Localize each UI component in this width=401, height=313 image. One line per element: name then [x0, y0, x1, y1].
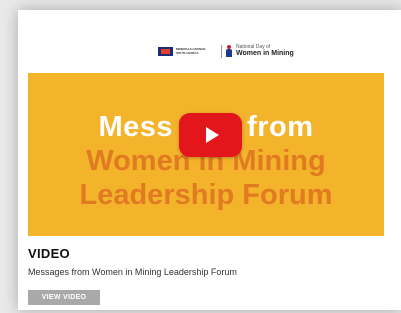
- video-category-label: VIDEO: [28, 246, 70, 261]
- banner-line-3: Leadership Forum: [79, 179, 333, 211]
- view-video-button[interactable]: VIEW VIDEO: [28, 290, 100, 305]
- youtube-play-icon[interactable]: [179, 113, 242, 157]
- thumbnail-logo-bar: MINERALS COUNCIL SOUTH AFRICA National D…: [28, 18, 384, 73]
- banner-line-1-right: from: [247, 111, 314, 143]
- logo-divider: [221, 45, 222, 58]
- banner-line-1-left: Mess: [98, 111, 174, 143]
- minerals-council-logo: [158, 47, 173, 56]
- minerals-council-logo-text: MINERALS COUNCIL SOUTH AFRICA: [176, 47, 207, 55]
- video-thumbnail[interactable]: MINERALS COUNCIL SOUTH AFRICA National D…: [28, 18, 384, 236]
- video-description: Messages from Women in Mining Leadership…: [28, 267, 237, 277]
- women-in-mining-logo-icon: [226, 45, 232, 57]
- thumbnail-banner: Mess from Women in Mining Leadership Foru…: [28, 73, 384, 236]
- video-card[interactable]: MINERALS COUNCIL SOUTH AFRICA National D…: [18, 10, 401, 310]
- event-big-text: Women in Mining: [236, 50, 294, 57]
